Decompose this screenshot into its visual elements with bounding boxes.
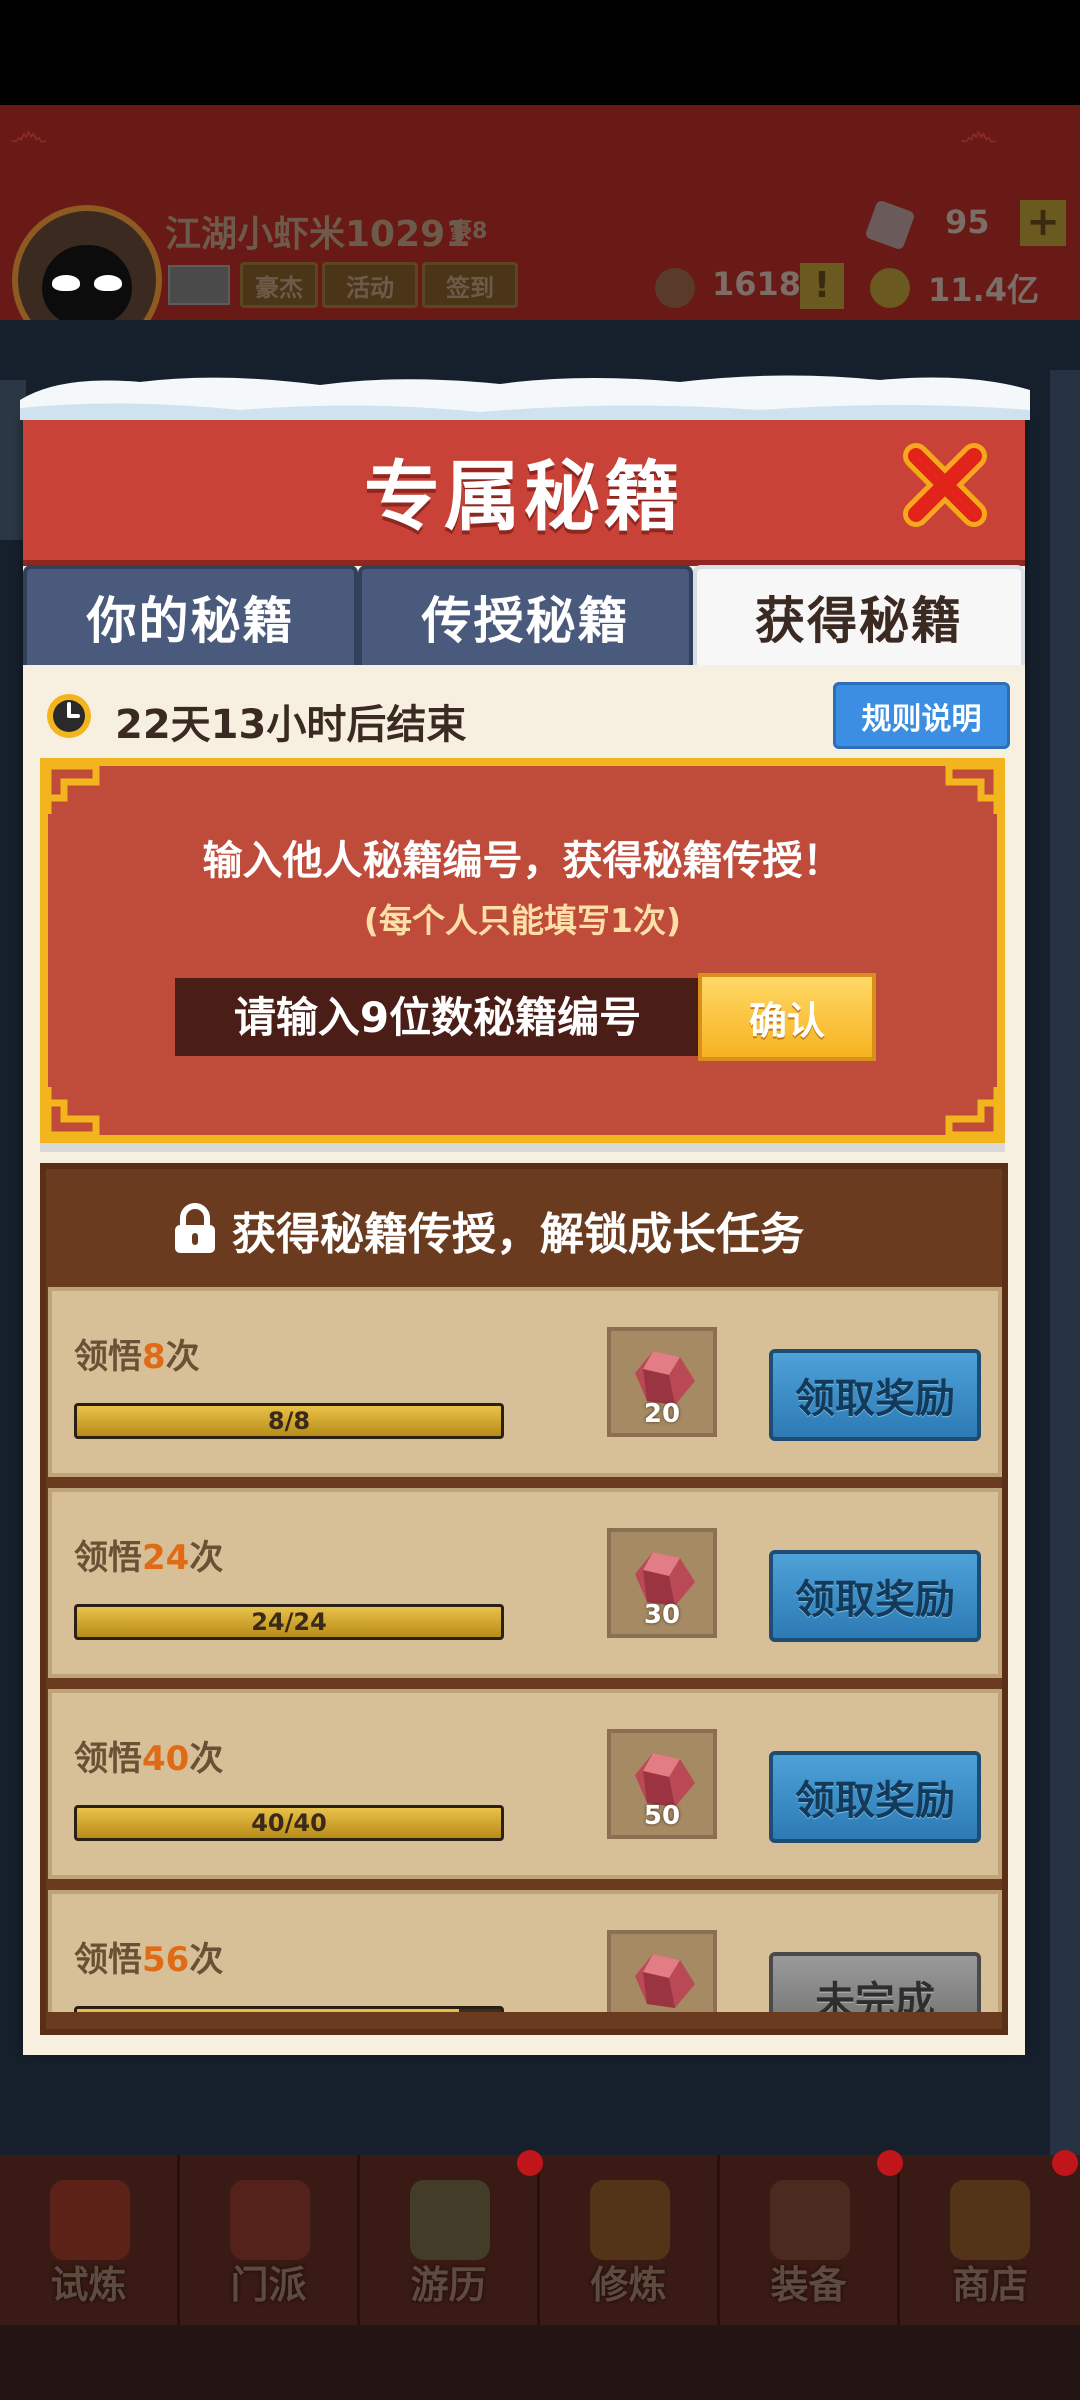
side-decoration <box>1050 370 1080 2270</box>
sect-icon <box>230 2180 310 2260</box>
nav-label: 修炼 <box>590 2263 667 2307</box>
alert-badge[interactable]: ! <box>800 263 844 309</box>
lock-icon <box>175 1203 215 1253</box>
task-row: 领悟24次 24/24 30 领取奖励 <box>48 1488 1002 1678</box>
task-row: 领悟56次 未完成 <box>48 1890 1002 2012</box>
gem-icon <box>635 1954 695 2008</box>
nav-equipment[interactable]: 装备 <box>720 2155 900 2325</box>
travel-icon <box>410 2180 490 2260</box>
task-label: 领悟8次 <box>74 1337 200 1377</box>
incomplete-button[interactable]: 未完成 <box>769 1952 981 2012</box>
nav-sect[interactable]: 门派 <box>180 2155 360 2325</box>
task-row: 领悟8次 8/8 20 领取奖励 <box>48 1287 1002 1477</box>
nav-shop[interactable]: 商店 <box>900 2155 1080 2325</box>
system-nav-bar <box>0 2325 1080 2400</box>
manual-code-input[interactable] <box>175 978 700 1056</box>
bottom-nav: 试炼 门派 游历 修炼 装备 商店 <box>0 2155 1080 2325</box>
nav-label: 游历 <box>410 2263 487 2307</box>
claim-reward-button[interactable]: 领取奖励 <box>769 1751 981 1843</box>
nav-label: 试炼 <box>50 2263 127 2307</box>
reward-slot[interactable]: 30 <box>607 1528 717 1638</box>
trial-icon <box>50 2180 130 2260</box>
notification-dot <box>517 2150 543 2176</box>
player-header: ෴ ෴ <box>0 105 1080 320</box>
cloud-decoration-icon: ෴ <box>960 110 998 156</box>
player-name: 江湖小虾米10291 <box>165 214 471 255</box>
code-entry-panel <box>40 758 1005 1143</box>
heroes-button[interactable]: 豪杰 <box>240 262 318 308</box>
cultivate-icon <box>590 2180 670 2260</box>
reward-slot[interactable] <box>607 1930 717 2012</box>
confirm-button[interactable]: 确认 <box>698 973 876 1061</box>
nav-label: 门派 <box>230 2263 307 2307</box>
nav-trial[interactable]: 试炼 <box>0 2155 180 2325</box>
notification-dot <box>877 2150 903 2176</box>
task-label: 领悟56次 <box>74 1940 224 1980</box>
task-row: 领悟40次 40/40 50 领取奖励 <box>48 1689 1002 1879</box>
corner-ornament-icon <box>945 1087 1001 1139</box>
corner-ornament-icon <box>44 1087 100 1139</box>
ticket-count: 1618 <box>712 265 802 303</box>
reward-count: 20 <box>643 1399 681 1429</box>
checkin-button[interactable]: 签到 <box>422 262 518 308</box>
coin-count: 11.4亿 <box>928 271 1039 309</box>
progress-text: 24/24 <box>251 1608 327 1636</box>
modal-title: 专属秘籍 <box>364 452 684 541</box>
progress-text: 8/8 <box>267 1407 311 1435</box>
reward-count: 50 <box>643 1801 681 1831</box>
close-icon[interactable] <box>900 440 990 530</box>
snow-decoration <box>20 375 1030 420</box>
cloud-decoration-icon: ෴ <box>10 110 48 156</box>
code-panel-title: 输入他人秘籍编号，获得秘籍传授！ <box>202 838 843 884</box>
nav-cultivate[interactable]: 修炼 <box>540 2155 720 2325</box>
task-label: 领悟24次 <box>74 1538 224 1578</box>
tab-teach-manual[interactable]: 传授秘籍 <box>358 565 693 665</box>
countdown-text: 22天13小时后结束 <box>115 702 467 748</box>
add-gems-button[interactable]: + <box>1020 200 1066 246</box>
gem-count: 95 <box>945 203 990 241</box>
vip-badge: 豪8 <box>450 219 488 244</box>
corner-ornament-icon <box>945 762 1001 814</box>
equipment-icon <box>770 2180 850 2260</box>
ticket-icon <box>655 268 695 308</box>
progress-bar <box>74 2006 504 2012</box>
progress-text <box>77 2009 501 2012</box>
progress-bar: 24/24 <box>74 1604 504 1640</box>
progress-bar: 8/8 <box>74 1403 504 1439</box>
tasks-list[interactable]: 领悟8次 8/8 20 领取奖励 领悟24次 24/24 30 领取奖励 领悟4… <box>48 1287 1002 2012</box>
nav-label: 商店 <box>951 2263 1028 2307</box>
clock-icon <box>47 694 91 738</box>
tab-your-manual[interactable]: 你的秘籍 <box>23 565 358 665</box>
claim-reward-button[interactable]: 领取奖励 <box>769 1550 981 1642</box>
nav-label: 装备 <box>770 2263 847 2307</box>
progress-bar: 40/40 <box>74 1805 504 1841</box>
coin-icon <box>870 268 910 308</box>
corner-ornament-icon <box>44 762 100 814</box>
shop-icon <box>950 2180 1030 2260</box>
tab-obtain-manual[interactable]: 获得秘籍 <box>693 565 1025 665</box>
progress-text: 40/40 <box>251 1809 327 1837</box>
reward-slot[interactable]: 50 <box>607 1729 717 1839</box>
task-label: 领悟40次 <box>74 1739 224 1779</box>
reward-slot[interactable]: 20 <box>607 1327 717 1437</box>
tasks-header: 获得秘籍传授，解锁成长任务 <box>232 1209 804 1260</box>
rules-button[interactable]: 规则说明 <box>833 682 1010 749</box>
notification-dot <box>1052 2150 1078 2176</box>
activity-button[interactable]: 活动 <box>322 262 418 308</box>
nav-travel[interactable]: 游历 <box>360 2155 540 2325</box>
mail-icon[interactable] <box>168 265 230 305</box>
reward-count: 30 <box>643 1600 681 1630</box>
claim-reward-button[interactable]: 领取奖励 <box>769 1349 981 1441</box>
status-bar <box>0 0 1080 105</box>
code-panel-subtitle: (每个人只能填写1次) <box>363 901 682 940</box>
